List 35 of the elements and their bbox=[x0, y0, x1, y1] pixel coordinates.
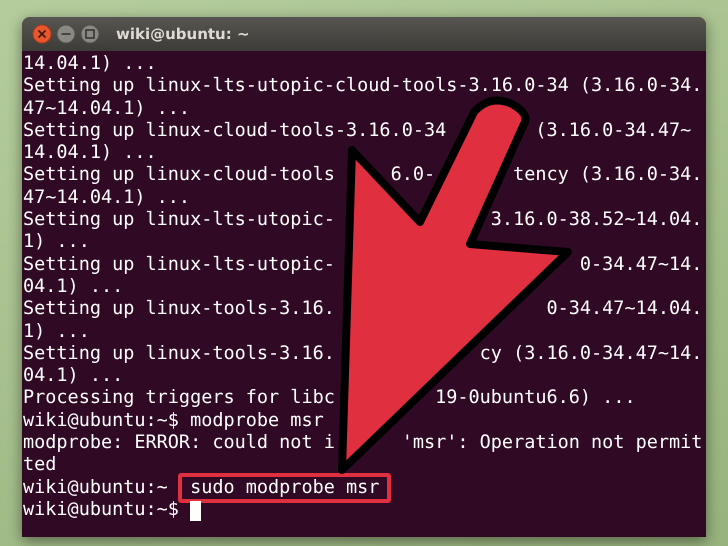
terminal-text: 0-34.47~14. bbox=[580, 254, 702, 276]
terminal-text: 1) ... bbox=[23, 320, 90, 343]
terminal-text: Processing triggers for libc bbox=[23, 387, 335, 410]
terminal-text: tency (3.16.0-34. bbox=[513, 164, 702, 187]
terminal-text: wiki@ubuntu:~$ bbox=[23, 498, 179, 522]
close-icon[interactable] bbox=[32, 24, 52, 44]
terminal-text: Setting up linux-cloud-tools-3.16.0-34 bbox=[23, 120, 446, 142]
terminal-text: 0-34.47~14.04. bbox=[546, 298, 702, 321]
terminal-text: 19-0ubuntu6.6) ... bbox=[435, 387, 636, 410]
terminal-text: 3.16.0-38.52~14.04. bbox=[490, 209, 702, 232]
terminal-text: 47~14.04.1) ... bbox=[23, 98, 190, 120]
terminal-text: 'msr': Operation not permit bbox=[402, 432, 702, 454]
terminal-text: 14.04.1) ... bbox=[23, 53, 157, 76]
terminal-text: 04.1) ... bbox=[23, 365, 124, 388]
terminal-text: 14.04.1) ... bbox=[23, 142, 157, 164]
terminal-text: modprobe: ERROR: could not i bbox=[23, 432, 335, 454]
terminal-text: Setting up linux-tools-3.16. bbox=[23, 342, 335, 366]
terminal-text: 47~14.04.1) ... bbox=[23, 186, 190, 210]
terminal-text: wiki@ubuntu:~$ modprobe msr bbox=[23, 410, 324, 432]
terminal-text: 04.1) ... bbox=[23, 276, 124, 298]
terminal-text: Setting up linux-lts-utopic-cloud-tools-3.16.0-34 (3.16.0-34. bbox=[23, 75, 702, 98]
terminal-text: wiki@ubuntu:~ bbox=[23, 476, 168, 499]
terminal-text: 1) ... bbox=[23, 231, 90, 254]
highlighted-command: sudo modprobe msr bbox=[178, 472, 392, 503]
terminal-text: 6.0- bbox=[390, 164, 436, 187]
terminal-text: Setting up linux-lts-utopic- bbox=[23, 254, 335, 276]
terminal-text: Setting up linux-lts-utopic- bbox=[23, 209, 335, 232]
terminal-text: ted bbox=[23, 454, 56, 477]
terminal-text: Setting up linux-tools-3.16. bbox=[23, 298, 335, 321]
minimize-icon[interactable] bbox=[56, 24, 76, 44]
terminal-text: Setting up linux-cloud-tools bbox=[23, 164, 335, 187]
terminal-text: (3.16.0-34.47~ bbox=[535, 120, 692, 142]
maximize-icon[interactable] bbox=[80, 24, 100, 44]
terminal-text: cy (3.16.0-34.47~14. bbox=[480, 342, 702, 366]
window-title: wiki@ubuntu: ~ bbox=[116, 25, 250, 43]
